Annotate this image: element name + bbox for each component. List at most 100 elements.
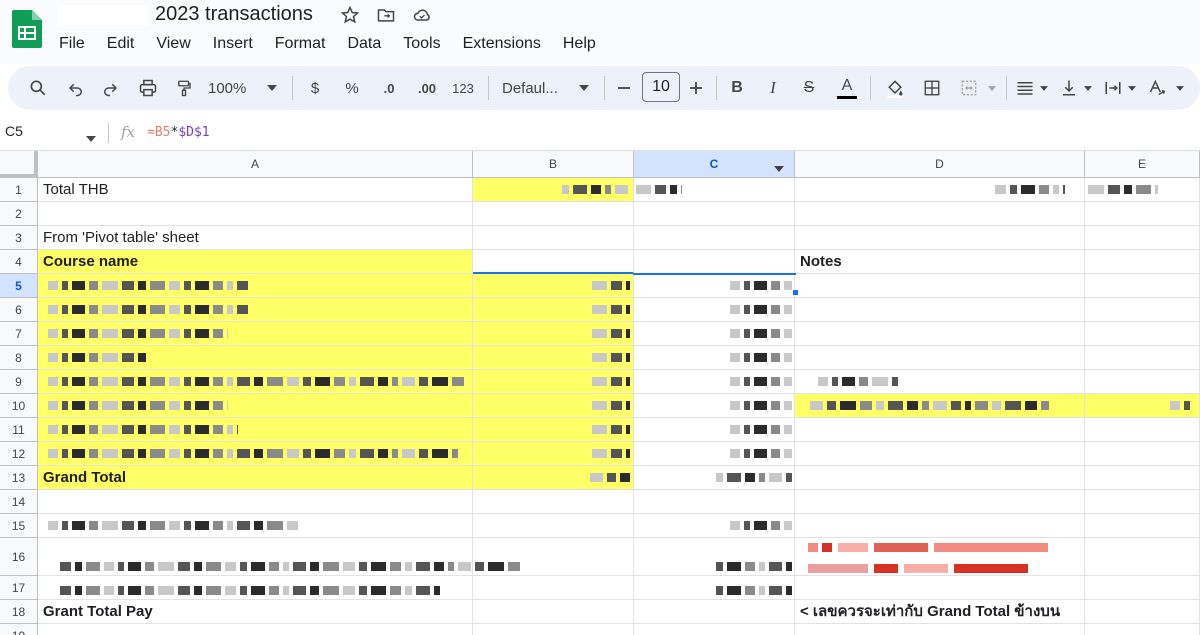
cell-a18[interactable]: Grant Total Pay (38, 600, 473, 624)
row-header[interactable]: 3 (0, 226, 38, 250)
text-color-button[interactable]: A (834, 74, 860, 102)
increase-font-size-icon[interactable] (686, 74, 706, 102)
cell-d11[interactable] (795, 418, 1085, 442)
align-dropdown-icon[interactable] (1038, 74, 1050, 102)
cloud-saved-icon[interactable] (411, 4, 433, 26)
cell-e9[interactable] (1085, 370, 1200, 394)
row-header[interactable]: 2 (0, 202, 38, 226)
cell-e14[interactable] (1085, 490, 1200, 514)
cell-e8[interactable] (1085, 346, 1200, 370)
cell-b4[interactable] (473, 250, 634, 274)
cell-b18[interactable] (473, 600, 634, 624)
star-icon[interactable] (339, 4, 361, 26)
name-box[interactable]: C5 (5, 123, 23, 139)
fill-color-icon[interactable] (882, 74, 908, 102)
menu-edit[interactable]: Edit (96, 33, 146, 55)
menu-help[interactable]: Help (552, 33, 607, 55)
merge-cells-icon[interactable] (956, 74, 982, 102)
sheet-grid[interactable]: A B C D E 12345678910111213141516171819 … (0, 151, 1200, 635)
cell-e7[interactable] (1085, 322, 1200, 346)
menu-format[interactable]: Format (264, 33, 337, 55)
cell-c2[interactable] (634, 202, 795, 226)
paint-format-icon[interactable] (170, 74, 198, 102)
cell-a13[interactable]: Grand Total (38, 466, 473, 490)
font-size-input[interactable]: 10 (642, 72, 680, 102)
merge-dropdown-icon[interactable] (986, 74, 998, 102)
row-header[interactable]: 9 (0, 370, 38, 394)
wrap-dropdown-icon[interactable] (1126, 74, 1138, 102)
borders-icon[interactable] (920, 74, 944, 102)
row-header[interactable]: 10 (0, 394, 38, 418)
row-header[interactable]: 6 (0, 298, 38, 322)
cell-d4[interactable]: Notes (795, 250, 1085, 274)
row-header[interactable]: 8 (0, 346, 38, 370)
cell-e12[interactable] (1085, 442, 1200, 466)
menu-extensions[interactable]: Extensions (452, 33, 552, 55)
cell-c3[interactable] (634, 226, 795, 250)
cell-e19[interactable] (1085, 624, 1200, 635)
row-header[interactable]: 1 (0, 178, 38, 202)
cell-c14[interactable] (634, 490, 795, 514)
increase-decimal-button[interactable]: .00 (412, 74, 442, 102)
cell-d19[interactable] (795, 624, 1085, 635)
row-header[interactable]: 15 (0, 514, 38, 538)
cell-c19[interactable] (634, 624, 795, 635)
cell-b17[interactable] (473, 576, 634, 600)
font-select[interactable]: Defaul... (502, 74, 566, 102)
menu-data[interactable]: Data (336, 33, 392, 55)
row-header[interactable]: 18 (0, 600, 38, 624)
cell-b15[interactable] (473, 514, 634, 538)
cell-d13[interactable] (795, 466, 1085, 490)
cell-e3[interactable] (1085, 226, 1200, 250)
cell-a14[interactable] (38, 490, 473, 514)
redo-icon[interactable] (96, 74, 124, 102)
undo-icon[interactable] (62, 74, 90, 102)
cell-b19[interactable] (473, 624, 634, 635)
column-menu-icon[interactable] (774, 161, 784, 175)
cell-d15[interactable] (795, 514, 1085, 538)
cell-a4[interactable]: Course name (38, 250, 473, 274)
column-header-b[interactable]: B (473, 151, 634, 178)
decrease-decimal-button[interactable]: .0 (374, 74, 404, 102)
cell-e13[interactable] (1085, 466, 1200, 490)
cell-c18[interactable] (634, 600, 795, 624)
row-header[interactable]: 12 (0, 442, 38, 466)
row-header[interactable]: 7 (0, 322, 38, 346)
row-header[interactable]: 11 (0, 418, 38, 442)
zoom-dropdown-icon[interactable] (264, 74, 280, 102)
menu-insert[interactable]: Insert (202, 33, 264, 55)
cell-e15[interactable] (1085, 514, 1200, 538)
cell-d12[interactable] (795, 442, 1085, 466)
select-all-corner[interactable] (0, 151, 38, 178)
search-menus-icon[interactable] (24, 74, 52, 102)
horizontal-align-icon[interactable] (1014, 74, 1036, 102)
currency-format-button[interactable]: $ (304, 74, 326, 102)
row-header[interactable]: 17 (0, 576, 38, 600)
decrease-font-size-icon[interactable] (614, 74, 634, 102)
cell-d2[interactable] (795, 202, 1085, 226)
cell-d3[interactable] (795, 226, 1085, 250)
more-formats-button[interactable]: 123 (448, 74, 478, 102)
italic-button[interactable]: I (762, 74, 784, 102)
cell-d17[interactable] (795, 576, 1085, 600)
cell-b14[interactable] (473, 490, 634, 514)
cell-d8[interactable] (795, 346, 1085, 370)
cell-e5[interactable] (1085, 274, 1200, 298)
cell-c4[interactable] (634, 250, 795, 274)
strikethrough-button[interactable]: S (798, 74, 820, 102)
cell-d14[interactable] (795, 490, 1085, 514)
row-header[interactable]: 14 (0, 490, 38, 514)
row-header[interactable]: 19 (0, 624, 38, 635)
sheets-logo-icon[interactable] (12, 10, 42, 48)
move-folder-icon[interactable] (375, 4, 397, 26)
cell-a3[interactable]: From 'Pivot table' sheet (38, 226, 473, 250)
cell-b3[interactable] (473, 226, 634, 250)
cell-d5[interactable] (795, 274, 1085, 298)
row-header[interactable]: 13 (0, 466, 38, 490)
column-header-c[interactable]: C (634, 151, 795, 178)
document-title[interactable]: 2023 transactions (155, 3, 313, 26)
cell-d18[interactable]: < เลขควรจะเท่ากับ Grand Total ข้างบน (795, 600, 1085, 624)
cell-b2[interactable] (473, 202, 634, 226)
cell-e4[interactable] (1085, 250, 1200, 274)
cell-a2[interactable] (38, 202, 473, 226)
